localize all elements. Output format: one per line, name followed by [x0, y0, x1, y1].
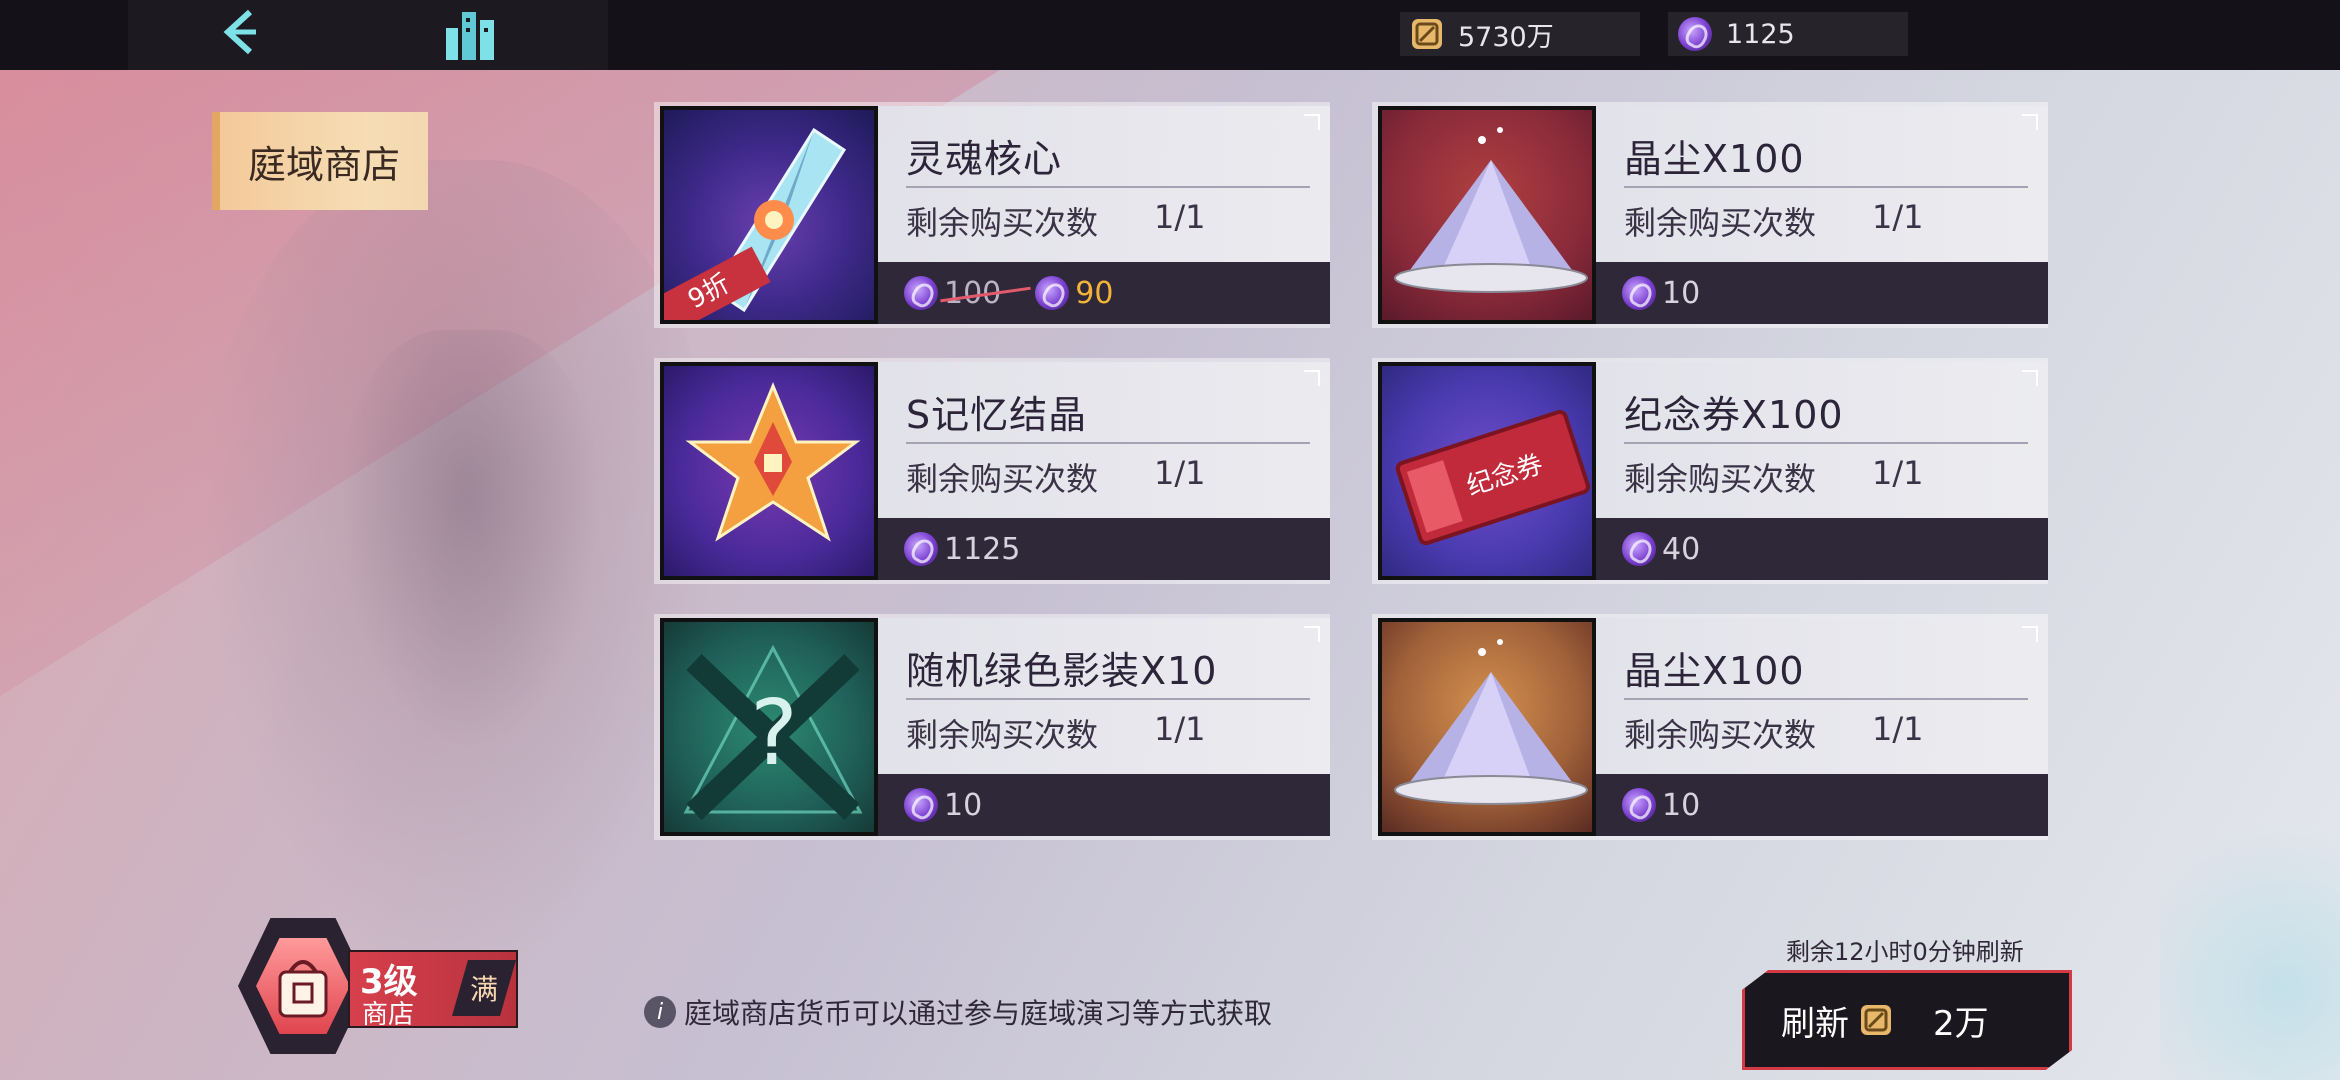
remaining-purchases-label: 剩余购买次数	[906, 204, 1099, 242]
item-info: 随机绿色影装X10 剩余购买次数 1/1 10	[878, 618, 1330, 836]
price-bar: 10	[1596, 774, 2048, 836]
refresh-timer: 剩余12小时0分钟刷新	[1786, 938, 2024, 966]
item-name: 晶尘X100	[1624, 137, 1805, 181]
remaining-purchases-value: 1/1	[1154, 454, 1206, 492]
purple-currency-amount: 1125	[1726, 18, 1795, 50]
shop-level-badge[interactable]: 3级 商店 满	[238, 918, 528, 1058]
item-price: 1125	[944, 531, 1021, 567]
top-bar-left-panel	[128, 0, 608, 70]
remaining-purchases-value: 1/1	[1154, 710, 1206, 748]
purple-coin-icon	[1678, 17, 1712, 51]
item-info: 纪念券X100 剩余购买次数 1/1 40	[1596, 362, 2048, 580]
remaining-purchases-value: 1/1	[1872, 198, 1924, 236]
purple-coin-icon	[1622, 532, 1656, 566]
shop-title: 庭域商店	[247, 142, 400, 187]
shop-item-card[interactable]: S记忆结晶 剩余购买次数 1/1 1125	[654, 358, 1330, 584]
purple-currency-display: 1125	[1668, 12, 1908, 56]
divider	[906, 698, 1310, 700]
purple-coin-icon	[1035, 276, 1070, 310]
item-image	[1378, 618, 1596, 836]
discounted-price: 90	[1075, 275, 1114, 311]
shop-item-card[interactable]: 晶尘X100 剩余购买次数 1/1 10	[1372, 614, 2048, 840]
gold-currency-display: 5730万	[1400, 12, 1640, 56]
gold-currency-amount: 5730万	[1458, 21, 1554, 53]
background-diamond-pattern	[2160, 780, 2340, 1080]
purple-coin-icon	[1622, 276, 1656, 310]
item-image: 纪念券	[1378, 362, 1596, 580]
refresh-button[interactable]: 刷新 2万	[1742, 970, 2072, 1070]
item-name: 晶尘X100	[1624, 649, 1805, 693]
home-button[interactable]	[440, 6, 500, 64]
item-name: 灵魂核心	[906, 137, 1063, 181]
memory-crystal-star-icon	[685, 382, 861, 542]
commemorative-ticket-icon: 纪念券	[1395, 409, 1590, 546]
crystal-dust-pile-icon	[1394, 127, 1588, 293]
item-name: S记忆结晶	[906, 393, 1088, 437]
item-name: 随机绿色影装X10	[906, 649, 1218, 693]
remaining-purchases-value: 1/1	[1872, 710, 1924, 748]
shop-item-card[interactable]: 9折 灵魂核心 剩余购买次数 1/1 100 90	[654, 102, 1330, 328]
item-image: 9折	[660, 106, 878, 324]
purple-coin-icon	[904, 532, 938, 566]
divider	[1624, 442, 2028, 444]
price-bar: 1125	[878, 518, 1330, 580]
crystal-dust-pile-icon	[1394, 639, 1588, 805]
background-character-detail	[340, 330, 600, 750]
purple-coin-icon	[904, 276, 938, 310]
item-info: 晶尘X100 剩余购买次数 1/1 10	[1596, 106, 2048, 324]
refresh-cost: 2万	[1933, 1003, 1989, 1044]
item-info: S记忆结晶 剩余购买次数 1/1 1125	[878, 362, 1330, 580]
currency-tip: i 庭域商店货币可以通过参与庭域演习等方式获取	[644, 992, 1272, 1032]
back-button[interactable]	[210, 4, 270, 64]
item-price: 10	[1662, 275, 1701, 311]
shop-level-label: 商店	[362, 1000, 415, 1030]
shop-item-card[interactable]: ? 随机绿色影装X10 剩余购买次数 1/1 10	[654, 614, 1330, 840]
gold-coin-icon	[1861, 1005, 1891, 1035]
divider	[1624, 186, 2028, 188]
item-price: 40	[1662, 531, 1701, 567]
shop-item-card[interactable]: 纪念券 纪念券X100 剩余购买次数 1/1 40	[1372, 358, 2048, 584]
gold-coin-icon	[1412, 19, 1442, 49]
remaining-purchases-label: 剩余购买次数	[906, 460, 1099, 498]
random-costume-question-icon: ?	[683, 644, 863, 820]
price-bar: 40	[1596, 518, 2048, 580]
item-image: ?	[660, 618, 878, 836]
remaining-purchases-label: 剩余购买次数	[1624, 460, 1817, 498]
divider	[1624, 698, 2028, 700]
price-bar: 10	[878, 774, 1330, 836]
back-arrow-icon	[223, 9, 256, 55]
city-building-icon	[446, 12, 494, 60]
purple-coin-icon	[1622, 788, 1656, 822]
purple-coin-icon	[904, 788, 938, 822]
divider	[906, 186, 1310, 188]
top-bar: 5730万 1125	[0, 0, 2340, 70]
item-image	[1378, 106, 1596, 324]
divider	[906, 442, 1310, 444]
item-price: 10	[1662, 787, 1701, 823]
refresh-label: 刷新	[1781, 1003, 1849, 1044]
item-price: 10	[944, 787, 983, 823]
shop-title-tab[interactable]: 庭域商店	[212, 112, 428, 210]
remaining-purchases-value: 1/1	[1872, 454, 1924, 492]
item-info: 晶尘X100 剩余购买次数 1/1 10	[1596, 618, 2048, 836]
tip-text: 庭域商店货币可以通过参与庭域演习等方式获取	[684, 997, 1273, 1030]
price-bar: 10	[1596, 262, 2048, 324]
info-icon: i	[644, 996, 676, 1028]
svg-text:?: ?	[746, 681, 800, 786]
remaining-purchases-label: 剩余购买次数	[1624, 204, 1817, 242]
remaining-purchases-label: 剩余购买次数	[906, 716, 1099, 754]
remaining-purchases-value: 1/1	[1154, 198, 1206, 236]
original-price: 100	[944, 275, 1002, 311]
remaining-purchases-label: 剩余购买次数	[1624, 716, 1817, 754]
item-info: 灵魂核心 剩余购买次数 1/1 100 90	[878, 106, 1330, 324]
price-bar: 100 90	[878, 262, 1330, 324]
item-name: 纪念券X100	[1624, 393, 1844, 437]
shop-item-card[interactable]: 晶尘X100 剩余购买次数 1/1 10	[1372, 102, 2048, 328]
item-image	[660, 362, 878, 580]
